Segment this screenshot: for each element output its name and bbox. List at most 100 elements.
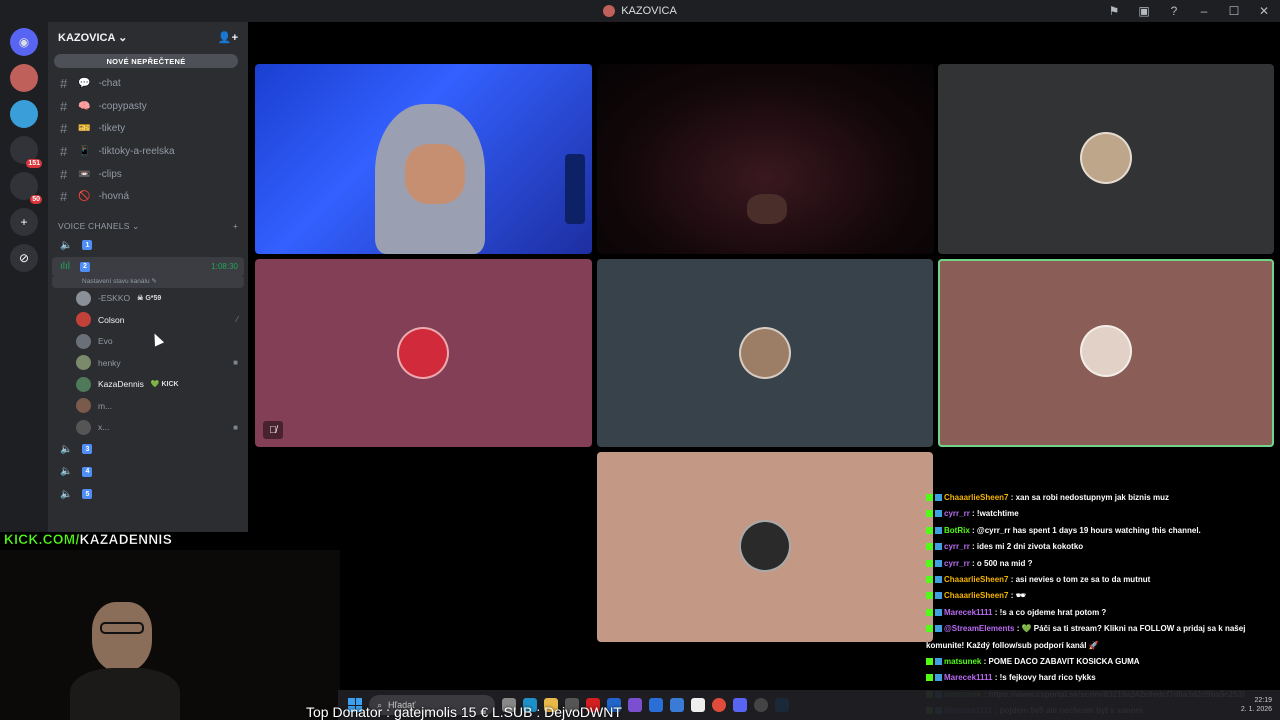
member-tag: 💚 KICK [150, 381, 179, 389]
avatar [76, 419, 91, 435]
server-folder-b[interactable]: 50 [10, 172, 42, 204]
chat-text: : !watchtime [969, 509, 1019, 519]
sub-badge-icon [935, 526, 942, 534]
obs-icon[interactable] [754, 698, 768, 712]
avatar [76, 290, 91, 306]
text-channel-2[interactable]: # 🎫 -tikety [48, 117, 248, 140]
hash-icon: # [60, 166, 68, 182]
sub-badge-icon [935, 674, 942, 682]
chrome-icon[interactable] [712, 698, 726, 712]
chat-username: BotRix [944, 525, 970, 535]
hash-icon: # [60, 98, 68, 114]
chat-message: cyrr_rr : ides mi 2 dni zivota kokotko [926, 539, 1280, 555]
flag-icon[interactable]: ⚑ [1106, 4, 1122, 18]
video-tile-avatar-3[interactable] [597, 259, 933, 447]
chat-text: : !s a co ojdeme hrat potom ? [992, 607, 1107, 617]
voice-member-1[interactable]: Colson ⁄ [48, 309, 248, 331]
avatar [397, 327, 449, 379]
member-tag: ☠ G*59 [137, 295, 162, 303]
system-tray[interactable]: 22:19 2. 1. 2026 [1241, 696, 1272, 714]
hash-icon: # [60, 121, 68, 137]
streamer-webcam [0, 550, 340, 720]
chat-username: ChaaarlieSheen7 [944, 575, 1009, 585]
chat-username: @StreamElements [944, 624, 1015, 634]
sub-badge-icon [935, 608, 942, 616]
kick-badge-icon [926, 625, 933, 633]
server-folder-a[interactable]: 151 [10, 136, 42, 168]
voice-member-0[interactable]: -ESKKO ☠ G*59 [48, 288, 248, 310]
voice-channel-active[interactable]: ılıl 2 1:08:30 [52, 256, 244, 277]
server-kazovica[interactable] [10, 64, 38, 92]
video-tile-avatar-speaking[interactable] [938, 259, 1274, 447]
voice-member-5[interactable]: m... [48, 395, 248, 417]
chat-username: ChaaarlieSheen7 [944, 591, 1009, 601]
text-channel-1[interactable]: # 🧠 -copypasty [48, 95, 248, 118]
text-channel-4[interactable]: # 📼 -clips [48, 163, 248, 186]
steam-icon[interactable] [775, 698, 789, 712]
add-member-icon[interactable]: 👤+ [218, 31, 238, 44]
video-tile-avatar-2[interactable]: 🎙̸ [255, 259, 592, 447]
help-icon[interactable]: ? [1166, 4, 1182, 18]
voice-channel-label: 4 [82, 466, 93, 477]
chat-text: : xan sa robi nedostupnym jak biznis muz [1008, 493, 1169, 502]
server-icon [603, 5, 616, 17]
speaker-icon: 🔈 [60, 443, 73, 455]
video-tile-avatar-1[interactable] [938, 64, 1274, 254]
text-channel-0[interactable]: # 💬 -chat [48, 72, 248, 95]
maximize-icon[interactable]: ☐ [1226, 4, 1242, 18]
kick-badge-icon [926, 510, 933, 518]
voice-member-3[interactable]: henky ■ [48, 352, 248, 374]
voice-member-6[interactable]: x... ■ [48, 417, 248, 439]
add-server-icon[interactable]: + [10, 208, 38, 236]
voice-channel[interactable]: 🔈 4 [48, 461, 248, 484]
add-channel-icon[interactable]: + [233, 221, 238, 231]
voice-category[interactable]: VOICE CHANELS ⌄ + [48, 218, 248, 234]
text-channel-list: # 💬 -chat # 🧠 -copypasty # 🎫 -tikety # 📱 -tiktoky-a… [48, 72, 248, 208]
sub-badge-icon [935, 559, 942, 567]
minimize-icon[interactable]: – [1196, 4, 1212, 18]
voice-timer: 1:08:30 [211, 262, 238, 272]
channel-emoji-icon: 📼 [78, 168, 91, 180]
voice-member-4[interactable]: KazaDennis 💚 KICK [48, 374, 248, 396]
discord-home-icon[interactable]: ◉ [10, 28, 38, 56]
hash-icon: # [60, 143, 68, 159]
video-tile-webcam-1[interactable] [255, 64, 592, 254]
kick-badge-icon [926, 592, 933, 600]
chat-message: ChaaarlieSheen7 : xan sa robi nedostupny… [926, 490, 1280, 506]
voice-channel[interactable]: 🔈 1 [48, 234, 248, 257]
copilot-icon[interactable] [628, 698, 642, 712]
inbox-icon[interactable]: ▣ [1136, 4, 1152, 18]
text-channel-3[interactable]: # 📱 -tiktoky-a-reelska [48, 140, 248, 163]
channel-status[interactable]: Nastavení stavu kanálu ✎ [52, 276, 244, 288]
sub-badge-icon [935, 543, 942, 551]
close-icon[interactable]: ✕ [1256, 4, 1272, 18]
text-channel-5[interactable]: # 🚫 -hovná [48, 185, 248, 208]
chat-text: : @cyrr_rr has spent 1 days 19 hours wat… [969, 525, 1201, 535]
chat-username: cyrr_rr [944, 509, 970, 519]
discover-icon[interactable]: ⊘ [10, 244, 38, 272]
unread-pill[interactable]: NOVÉ NEPŘEČTENÉ [54, 54, 238, 68]
avatar [76, 333, 91, 349]
video-tile-avatar-4[interactable] [597, 452, 933, 642]
mail-icon[interactable] [670, 698, 684, 712]
speaker-icon: 🔈 [60, 466, 73, 478]
guild-header[interactable]: KAZOVICA ⌄ 👤+ [48, 22, 248, 52]
chat-message: Marecek1111 : !s fejkovy hard rico tykks [926, 670, 1280, 686]
channel-name: -chat [98, 77, 121, 89]
video-tile-webcam-2[interactable] [597, 64, 934, 254]
voice-channel[interactable]: 🔈 5 [48, 483, 248, 506]
discord-icon[interactable] [733, 698, 747, 712]
download-icon[interactable] [649, 698, 663, 712]
server-blue[interactable] [10, 100, 38, 128]
voice-channel-label: 5 [82, 489, 93, 500]
avatar [76, 398, 91, 414]
voice-member-2[interactable]: Evo [48, 331, 248, 353]
screen: KAZOVICA ⚑ ▣ ? – ☐ ✕ ◉ 151 50 + ⊘ KAZOVI… [0, 0, 1280, 720]
channel-name: -tikety [98, 123, 126, 135]
mic-muted-icon: 🎙̸ [263, 421, 283, 439]
document-icon[interactable] [691, 698, 705, 712]
voice-channel[interactable]: 🔈 3 [48, 438, 248, 461]
chat-message: cyrr_rr : !watchtime [926, 506, 1280, 522]
sub-badge-icon [935, 510, 942, 518]
channel-name: -copypasty [98, 100, 147, 112]
